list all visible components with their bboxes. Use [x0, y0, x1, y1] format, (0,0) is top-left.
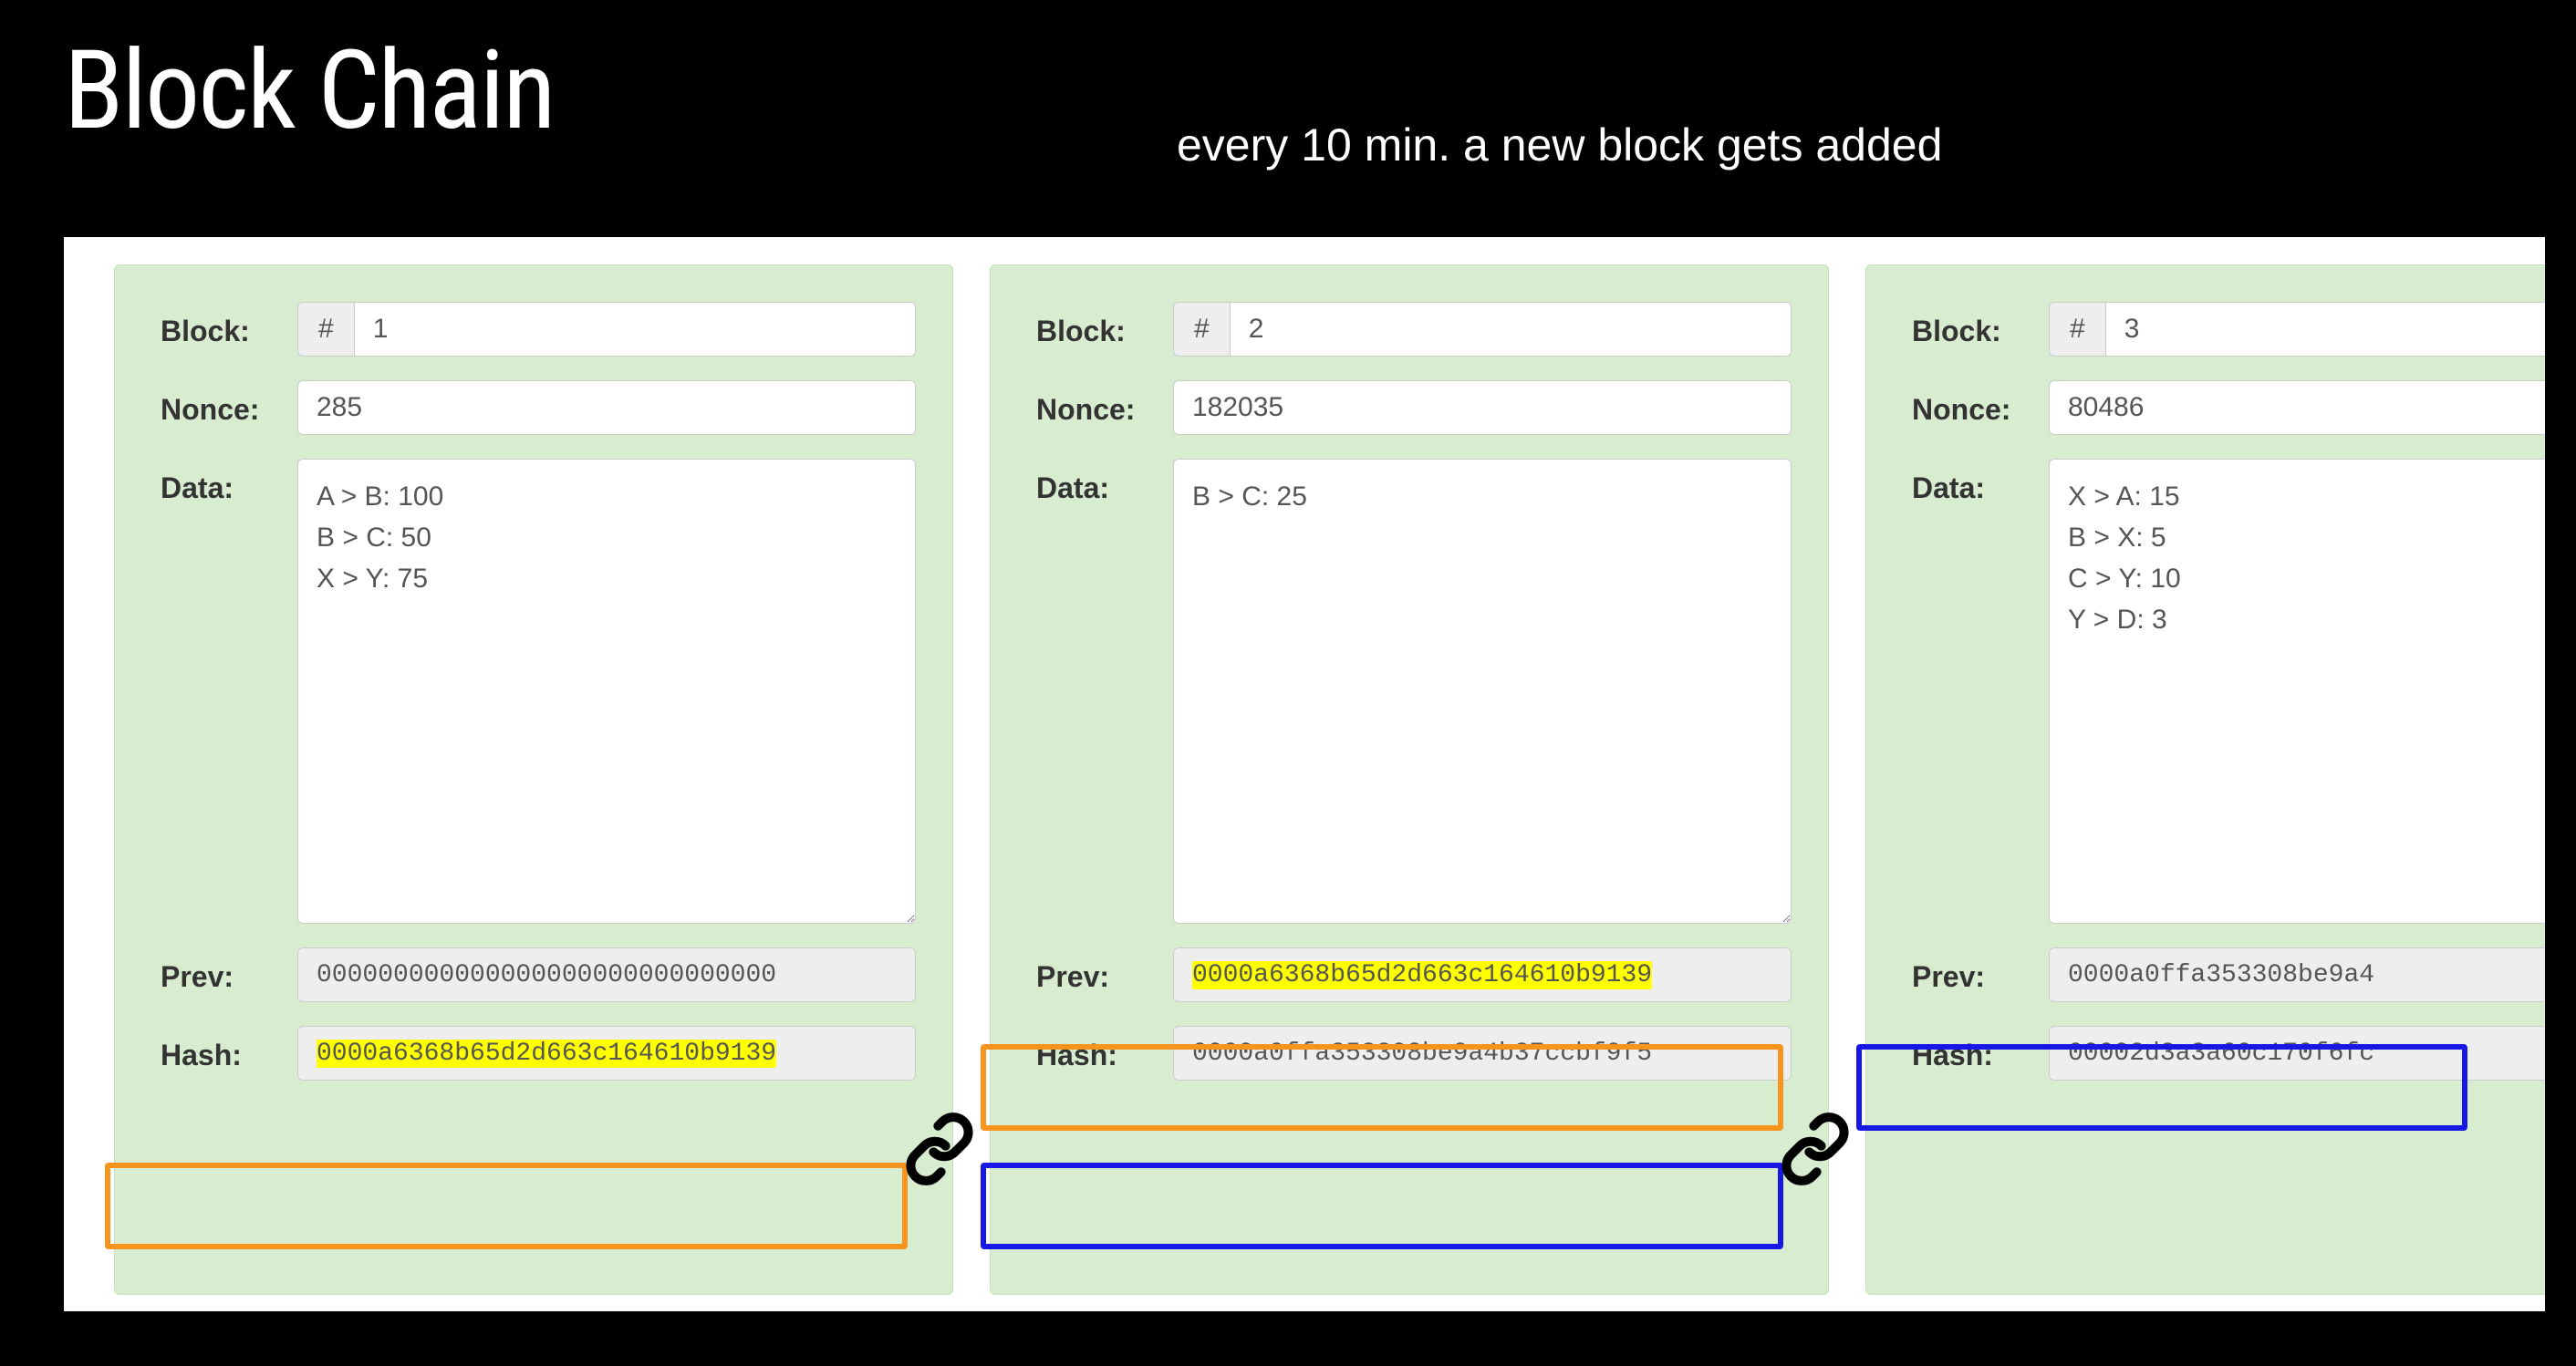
block-card: Block: # Nonce: Data: Prev: 0000a0ffa353…	[1865, 264, 2545, 1295]
nonce-input[interactable]	[297, 380, 916, 435]
block-number-input[interactable]	[2105, 302, 2545, 357]
block-card: Block: # Nonce: Data: Prev: 0000a6368b65…	[990, 264, 1829, 1295]
data-textarea[interactable]	[297, 459, 916, 924]
data-label: Data:	[161, 459, 297, 505]
prev-hash-value: 0000a6368b65d2d663c164610b9139	[1173, 947, 1792, 1002]
prev-label: Prev:	[1912, 947, 2049, 994]
prev-label: Prev:	[161, 947, 297, 994]
hash-label: Hash:	[161, 1026, 297, 1072]
data-label: Data:	[1036, 459, 1173, 505]
hash-prefix: #	[1173, 302, 1230, 357]
nonce-label: Nonce:	[1912, 380, 2049, 427]
nonce-label: Nonce:	[161, 380, 297, 427]
chain-link-icon	[1779, 1112, 1852, 1200]
hash-value: 0000a6368b65d2d663c164610b9139	[297, 1026, 916, 1081]
hash-prefix: #	[2049, 302, 2105, 357]
block-card: Block: # Nonce: Data: Prev: 000000000000…	[114, 264, 953, 1295]
block-label: Block:	[1912, 302, 2049, 348]
hash-label: Hash:	[1912, 1026, 2049, 1072]
hash-value: 0000a0ffa353308be9a4b37ccbf9f5	[1173, 1026, 1792, 1081]
page-title: Block Chain	[64, 27, 554, 155]
block-number-input[interactable]	[1230, 302, 1792, 357]
demo-viewport: Block: # Nonce: Data: Prev: 000000000000…	[64, 237, 2545, 1311]
page-subtitle: every 10 min. a new block gets added	[1177, 119, 1942, 171]
block-number-input[interactable]	[354, 302, 916, 357]
chain-link-icon	[903, 1112, 976, 1200]
prev-label: Prev:	[1036, 947, 1173, 994]
prev-hash-value: 0000a0ffa353308be9a4	[2049, 947, 2545, 1002]
data-textarea[interactable]	[2049, 459, 2545, 924]
block-label: Block:	[161, 302, 297, 348]
nonce-input[interactable]	[1173, 380, 1792, 435]
prev-hash-value: 000000000000000000000000000000	[297, 947, 916, 1002]
data-textarea[interactable]	[1173, 459, 1792, 924]
nonce-input[interactable]	[2049, 380, 2545, 435]
hash-label: Hash:	[1036, 1026, 1173, 1072]
hash-value: 00002d3a3a60c170f6fc	[2049, 1026, 2545, 1081]
blocks-row: Block: # Nonce: Data: Prev: 000000000000…	[114, 264, 2545, 1295]
nonce-label: Nonce:	[1036, 380, 1173, 427]
data-label: Data:	[1912, 459, 2049, 505]
hash-prefix: #	[297, 302, 354, 357]
block-label: Block:	[1036, 302, 1173, 348]
